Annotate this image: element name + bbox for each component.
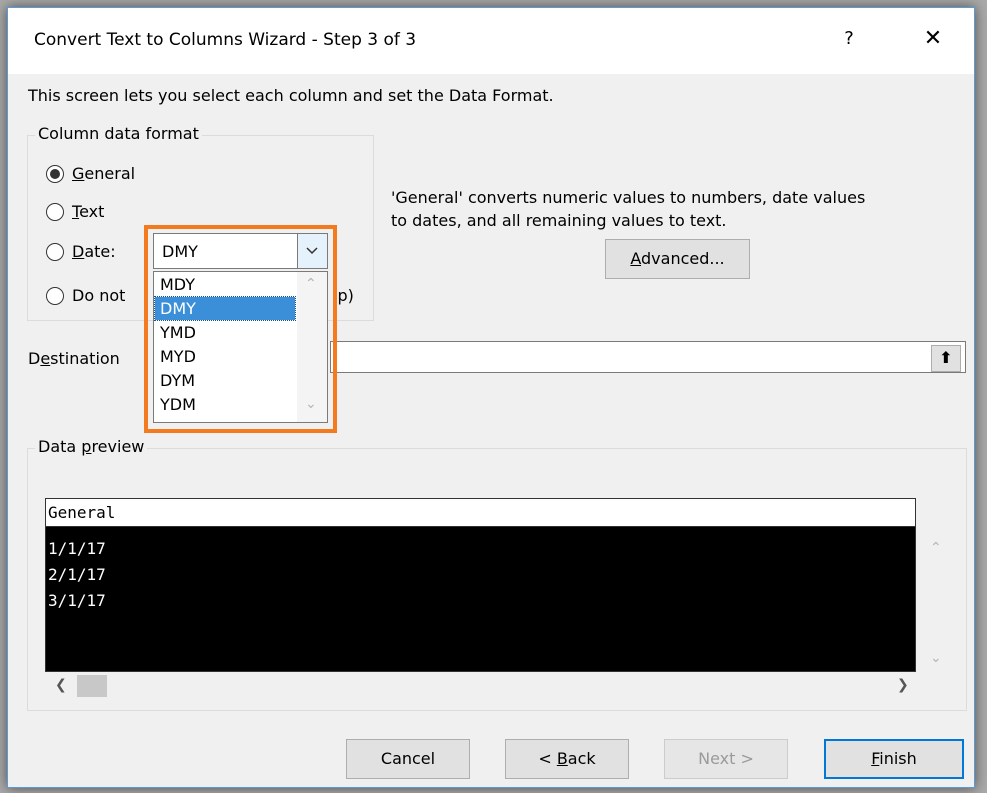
horizontal-scroll-thumb[interactable] — [77, 675, 107, 697]
scroll-right-icon[interactable]: ❯ — [897, 677, 909, 693]
combo-dropdown-button[interactable] — [297, 234, 327, 268]
wizard-dialog: Convert Text to Columns Wizard - Step 3 … — [7, 7, 975, 788]
window-title: Convert Text to Columns Wizard - Step 3 … — [34, 30, 417, 50]
scroll-down-icon[interactable]: ⌄ — [930, 650, 942, 666]
preview-row: 2/1/17 — [48, 565, 106, 584]
finish-button[interactable]: Finish — [824, 739, 964, 779]
dropdown-scroll-up-icon[interactable]: ⌃ — [305, 276, 317, 292]
format-description-line1: 'General' converts numeric values to num… — [391, 188, 866, 207]
general-radio[interactable] — [46, 165, 64, 183]
preview-column-header[interactable]: General — [46, 499, 915, 527]
dropdown-option-myd[interactable]: MYD — [155, 345, 295, 368]
date-format-dropdown-list[interactable]: MDY DMY YMD MYD DYM YDM ⌃ ⌄ — [153, 271, 328, 423]
help-button[interactable]: ? — [834, 24, 864, 54]
text-radio[interactable] — [46, 203, 64, 221]
general-label: General — [72, 164, 136, 183]
date-label: Date: — [72, 242, 116, 261]
dropdown-scroll-down-icon[interactable]: ⌄ — [305, 396, 317, 412]
scroll-left-icon[interactable]: ❮ — [55, 677, 67, 693]
skip-column-label-end: ip) — [333, 286, 354, 305]
next-button[interactable]: Next > — [664, 739, 788, 779]
advanced-button[interactable]: Advanced... — [605, 239, 750, 279]
dropdown-option-dmy[interactable]: DMY — [154, 296, 296, 321]
destination-input[interactable] — [330, 341, 966, 373]
preview-row: 3/1/17 — [48, 591, 106, 610]
destination-label: Destination — [28, 349, 120, 368]
cancel-button[interactable]: Cancel — [346, 739, 470, 779]
destination-collapse-button[interactable]: ⬆ — [931, 345, 961, 372]
back-button[interactable]: < Back — [505, 739, 629, 779]
skip-column-radio[interactable] — [46, 287, 64, 305]
dropdown-option-ydm[interactable]: YDM — [155, 393, 295, 416]
title-bar: Convert Text to Columns Wizard - Step 3 … — [8, 8, 974, 74]
dropdown-option-dym[interactable]: DYM — [155, 369, 295, 392]
scroll-up-icon[interactable]: ⌃ — [930, 540, 942, 556]
preview-vertical-scrollbar[interactable]: ⌃ ⌄ — [918, 528, 956, 672]
chevron-down-icon — [306, 247, 318, 255]
dropdown-scrollbar[interactable]: ⌃ ⌄ — [297, 272, 327, 422]
date-format-value: DMY — [162, 242, 198, 261]
skip-column-label-start: Do not — [72, 286, 126, 305]
column-data-format-legend: Column data format — [35, 124, 202, 143]
dropdown-option-mdy[interactable]: MDY — [155, 273, 295, 296]
preview-row: 1/1/17 — [48, 539, 106, 558]
date-format-combobox[interactable]: DMY — [153, 233, 328, 269]
data-preview-grid[interactable]: General 1/1/17 2/1/17 3/1/17 — [45, 498, 916, 672]
dropdown-option-ymd[interactable]: YMD — [155, 321, 295, 344]
format-description-line2: to dates, and all remaining values to te… — [391, 211, 727, 230]
intro-text: This screen lets you select each column … — [28, 86, 554, 105]
preview-header-general: General — [48, 503, 116, 522]
preview-horizontal-scrollbar[interactable]: ❮ ❯ — [45, 672, 916, 700]
date-radio[interactable] — [46, 243, 64, 261]
text-label: Text — [72, 202, 105, 221]
data-preview-legend: Data preview — [35, 437, 148, 456]
close-button[interactable]: ✕ — [918, 24, 948, 54]
